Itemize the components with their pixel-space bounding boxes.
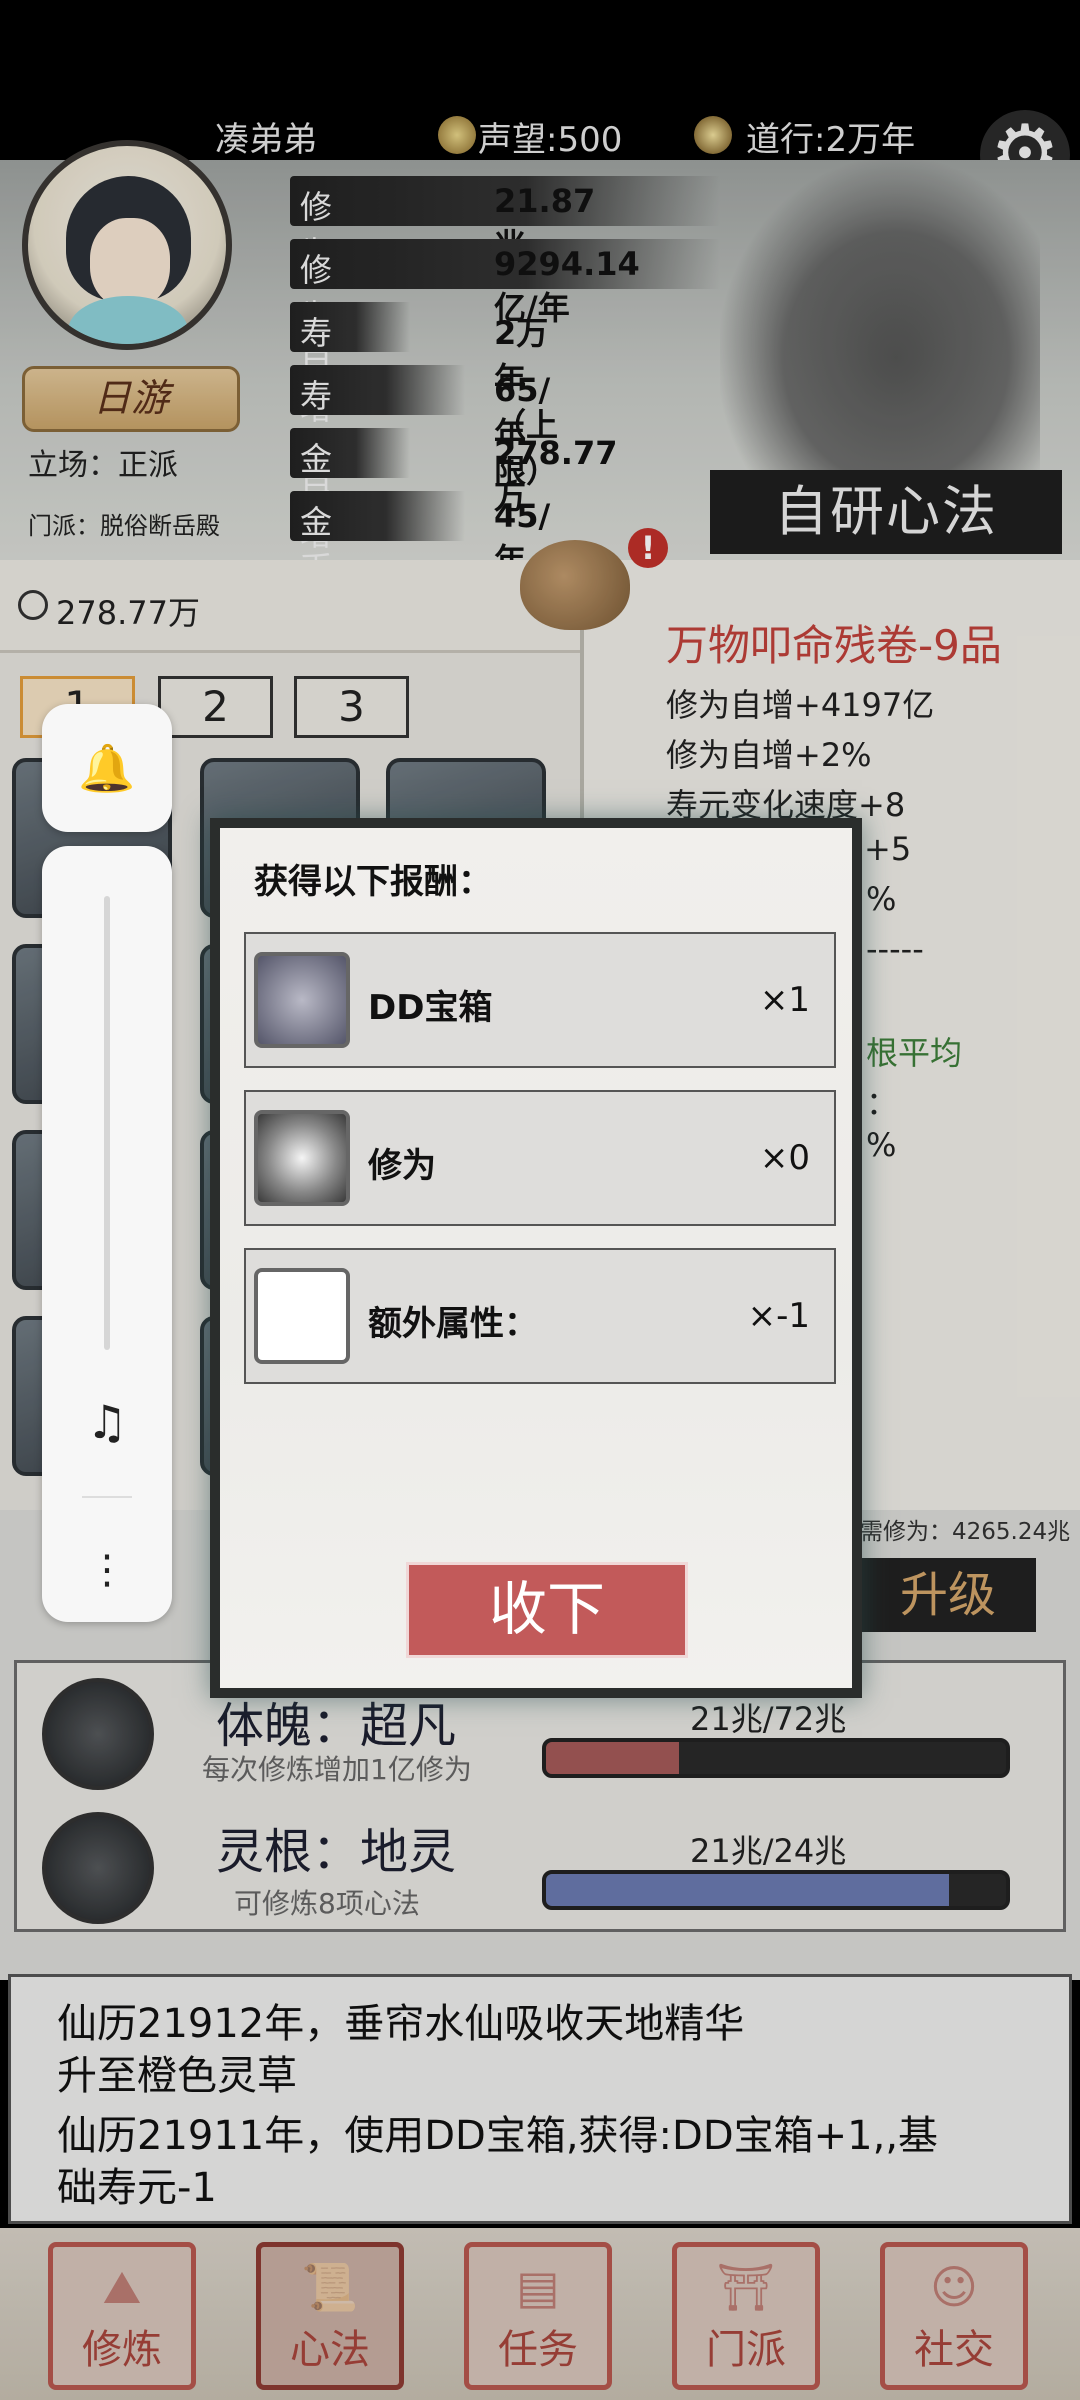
music-off-icon[interactable]: ♫	[77, 1392, 137, 1452]
yin-yang-icon	[254, 1110, 350, 1206]
reward-item: 修为 ×0	[244, 1090, 836, 1226]
reward-count: ×0	[759, 1138, 810, 1178]
reward-count: ×-1	[747, 1296, 810, 1336]
reward-count: ×1	[759, 980, 810, 1020]
reward-name: 额外属性：	[368, 1304, 538, 1344]
reward-item: 额外属性： ×-1	[244, 1248, 836, 1384]
bell-icon: 🔔	[78, 741, 136, 795]
more-options-icon[interactable]: ⋮	[77, 1540, 137, 1600]
reward-dialog: 获得以下报酬： DD宝箱 ×1 修为 ×0 额外属性： ×-1 收下	[210, 818, 862, 1698]
reward-name: DD宝箱	[368, 988, 493, 1028]
reward-item: DD宝箱 ×1	[244, 932, 836, 1068]
volume-divider	[82, 1496, 132, 1498]
blank-attribute-icon	[254, 1268, 350, 1364]
dialog-title: 获得以下报酬：	[254, 862, 492, 902]
volume-slider[interactable]	[104, 896, 110, 1350]
reward-name: 修为	[368, 1146, 436, 1186]
accept-button[interactable]: 收下	[406, 1562, 688, 1658]
ringer-toggle[interactable]: 🔔	[42, 704, 172, 832]
treasure-chest-icon	[254, 952, 350, 1048]
